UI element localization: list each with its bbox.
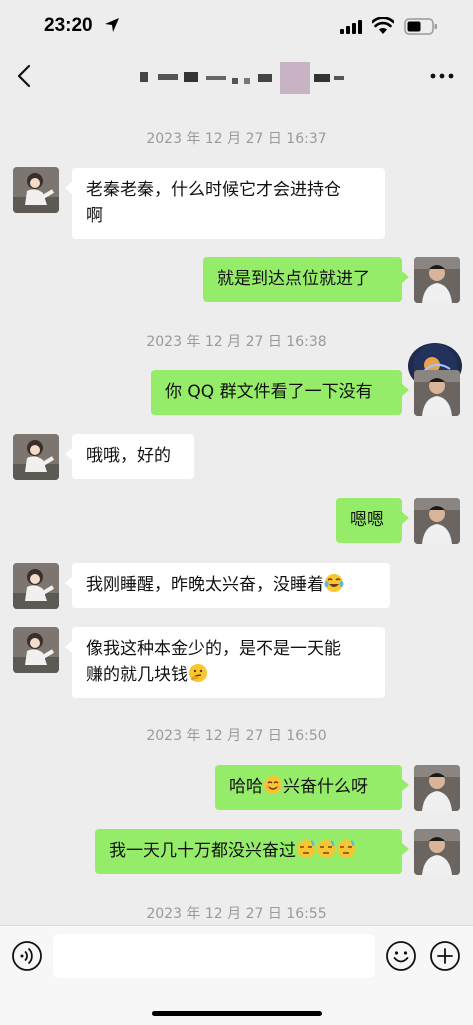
message-bubble-outgoing[interactable]: 哈哈 兴奋什么呀 [215,765,409,810]
more-icon[interactable] [430,72,454,80]
location-arrow-icon [105,18,119,32]
tears-of-joy-emoji [324,574,344,592]
my-avatar[interactable] [414,257,460,303]
message-input[interactable] [53,934,375,978]
my-avatar[interactable] [414,370,460,416]
message-timestamp: 2023 年 12 月 27 日 16:37 [146,131,327,147]
message-text-after-emoji: 兴奋什么呀 [283,777,368,797]
message-bubble-incoming[interactable]: 老秦老秦，什么时候它才会进持仓 啊 [65,168,385,239]
message-text: 哦哦，好的 [86,446,171,466]
message-text: 我一天几十万都没兴奋过 [109,841,296,861]
message-text-before-emoji: 哈哈 [229,777,263,797]
smile-emoji [264,776,282,794]
message-bubble-outgoing[interactable]: 你 QQ 群文件看了一下没有 [151,370,409,415]
message-bubble-outgoing[interactable]: 就是到达点位就进了 [203,257,409,302]
sleepy-emoji [337,840,355,858]
message-text: 你 QQ 群文件看了一下没有 [165,382,373,402]
sleepy-emoji [297,840,315,858]
message-text: 嗯嗯 [350,510,384,530]
message-text: 就是到达点位就进了 [217,269,370,289]
message-timestamp: 2023 年 12 月 27 日 16:55 [146,906,327,922]
message-bubble-outgoing[interactable]: 嗯嗯 [336,498,409,543]
battery-icon [404,18,437,35]
contact-avatar[interactable] [13,627,59,673]
wifi-icon [372,17,394,34]
emoji-icon[interactable] [385,940,417,972]
plus-icon[interactable] [429,940,461,972]
message-text: 我刚睡醒，昨晚太兴奋，没睡着 [86,575,324,595]
message-text: 老秦老秦，什么时候它才会进持仓 啊 [86,180,341,226]
my-avatar[interactable] [414,829,460,875]
thinking-emoji [189,664,207,682]
contact-avatar[interactable] [13,167,59,213]
message-bubble-incoming[interactable]: 我刚睡醒，昨晚太兴奋，没睡着 [65,563,390,608]
sleepy-emoji [317,840,335,858]
message-bubble-incoming[interactable]: 哦哦，好的 [65,434,194,479]
contact-avatar[interactable] [13,434,59,480]
contact-avatar[interactable] [13,563,59,609]
message-bubble-outgoing[interactable]: 我一天几十万都没兴奋过 [95,829,409,874]
back-icon[interactable] [16,64,32,88]
message-timestamp: 2023 年 12 月 27 日 16:38 [146,334,327,350]
nav-bar [0,52,473,100]
message-text: 像我这种本金少的，是不是一天能 赚的就几块钱 [86,639,341,685]
input-bar [0,925,473,1025]
my-avatar[interactable] [414,498,460,544]
contact-name-redacted [140,62,350,94]
status-bar: 23:20 [0,0,473,52]
status-time: 23:20 [44,15,93,36]
voice-icon[interactable] [11,940,43,972]
message-bubble-incoming[interactable]: 像我这种本金少的，是不是一天能 赚的就几块钱 [65,627,385,698]
my-avatar[interactable] [414,765,460,811]
message-timestamp: 2023 年 12 月 27 日 16:50 [146,728,327,744]
signal-icon [340,20,362,34]
home-indicator [152,1011,322,1016]
